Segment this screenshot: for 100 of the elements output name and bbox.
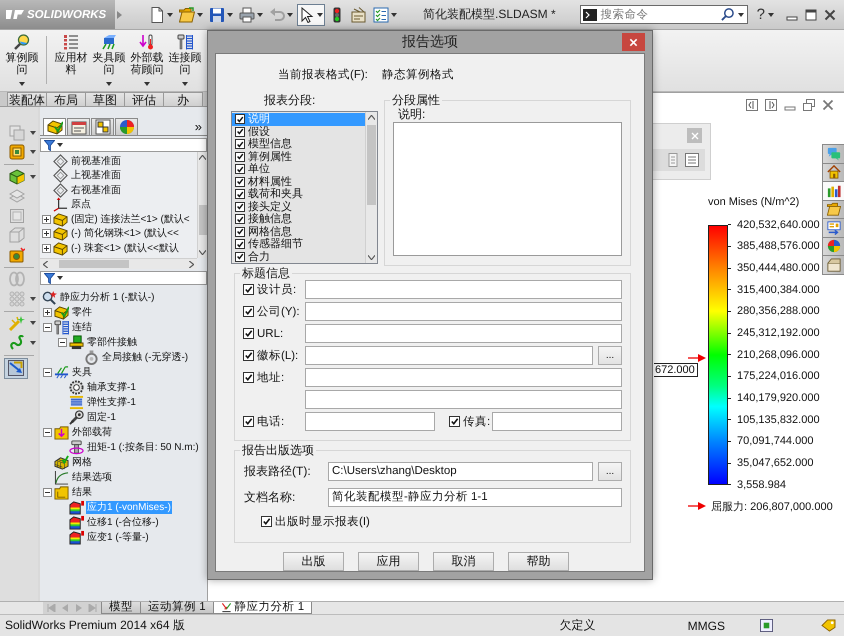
tree-item[interactable]: 右视基准面 bbox=[70, 184, 122, 197]
tree-item[interactable]: 弹性支撑-1 bbox=[86, 396, 137, 409]
checkbox[interactable] bbox=[449, 416, 460, 427]
more-button[interactable]: » bbox=[190, 118, 207, 135]
tree-item[interactable]: 应变1 (-等量-) bbox=[86, 531, 150, 544]
scrollbar[interactable] bbox=[197, 152, 207, 258]
checkbox[interactable] bbox=[243, 372, 254, 383]
scroll-thumb[interactable] bbox=[198, 205, 206, 235]
maximize-icon[interactable] bbox=[805, 8, 817, 20]
tab[interactable]: 草图 bbox=[85, 92, 125, 106]
units-label[interactable]: MMGS bbox=[688, 618, 725, 632]
tab[interactable]: 评估 bbox=[124, 92, 164, 106]
caret-icon[interactable] bbox=[19, 82, 25, 86]
caret-icon[interactable] bbox=[391, 12, 397, 16]
expand-icon[interactable] bbox=[43, 308, 52, 317]
browse-button[interactable]: ... bbox=[598, 462, 622, 481]
tree-item[interactable]: 前视基准面 bbox=[70, 154, 122, 168]
ribbon-button[interactable]: 连接顾问 bbox=[167, 34, 203, 86]
tree-item[interactable]: 零件 bbox=[71, 306, 93, 319]
caret-icon[interactable] bbox=[57, 143, 63, 147]
list-item[interactable]: 合力 bbox=[232, 250, 365, 263]
tree-item[interactable]: 位移1 (-合位移-) bbox=[86, 516, 160, 529]
expand-icon[interactable] bbox=[42, 214, 51, 224]
tree-item[interactable]: 夹具 bbox=[71, 366, 93, 379]
tree-item[interactable]: 连结 bbox=[71, 321, 93, 334]
caret-icon[interactable] bbox=[106, 82, 112, 86]
checkbox[interactable] bbox=[235, 226, 245, 237]
task-pane-tab[interactable] bbox=[822, 236, 844, 256]
tree-item[interactable]: 外部载荷 bbox=[71, 426, 113, 439]
text-field[interactable] bbox=[305, 390, 622, 409]
text-field[interactable] bbox=[305, 302, 622, 321]
checkbox[interactable] bbox=[235, 139, 245, 150]
caret-icon[interactable] bbox=[144, 82, 150, 86]
list-item[interactable]: 载荷和夹具 bbox=[232, 188, 365, 200]
tag-icon[interactable] bbox=[821, 619, 836, 632]
text-field[interactable] bbox=[305, 346, 593, 365]
caret-icon[interactable] bbox=[182, 82, 188, 86]
checkbox[interactable] bbox=[243, 306, 254, 317]
path-field[interactable]: C:\Users\zhang\Desktop bbox=[328, 462, 593, 481]
tree-item[interactable]: 全局接触 (-无穿透-) bbox=[101, 351, 190, 364]
help-button[interactable]: ? bbox=[756, 6, 765, 23]
checkbox[interactable] bbox=[235, 239, 245, 250]
checkbox[interactable] bbox=[235, 114, 245, 124]
tree-item[interactable]: 上视基准面 bbox=[70, 169, 122, 182]
checkbox[interactable] bbox=[235, 152, 245, 162]
tree-item[interactable]: 原点 bbox=[70, 198, 92, 212]
filter-field[interactable] bbox=[40, 138, 207, 152]
tree-item[interactable]: 结果 bbox=[71, 486, 93, 499]
tree-item[interactable]: 固定-1 bbox=[86, 411, 117, 424]
scroll-down-icon[interactable] bbox=[368, 255, 375, 260]
collapse-icon[interactable] bbox=[43, 368, 52, 377]
tab[interactable]: 模型 bbox=[101, 602, 141, 614]
tab[interactable] bbox=[67, 118, 90, 135]
tree-item[interactable]: 网格 bbox=[71, 456, 93, 469]
ribbon-button[interactable]: 外部载荷顾问 bbox=[129, 34, 165, 86]
task-pane-tab[interactable] bbox=[822, 255, 844, 274]
scroll-up-icon[interactable] bbox=[199, 155, 206, 160]
tab[interactable]: 运动算例 1 bbox=[140, 602, 214, 614]
task-pane-tab[interactable] bbox=[822, 200, 844, 219]
caret-icon[interactable] bbox=[30, 340, 36, 345]
checkbox[interactable] bbox=[235, 214, 245, 224]
checkbox[interactable] bbox=[261, 516, 272, 527]
tab[interactable] bbox=[91, 118, 114, 135]
text-field[interactable] bbox=[305, 412, 435, 431]
caret-icon[interactable] bbox=[197, 12, 203, 16]
caret-icon[interactable] bbox=[30, 321, 36, 326]
tab[interactable]: 静应力分析 1 bbox=[212, 602, 312, 614]
list-item[interactable]: 算例属性 bbox=[232, 150, 365, 163]
scroll-left-icon[interactable] bbox=[43, 260, 48, 268]
split-left-icon[interactable] bbox=[746, 99, 758, 111]
scroll-down-icon[interactable] bbox=[199, 250, 206, 255]
collapse-icon[interactable] bbox=[43, 488, 52, 497]
ribbon-button[interactable]: 应用材料 bbox=[53, 34, 89, 76]
list-item[interactable]: 材料属性 bbox=[232, 176, 365, 188]
tree-item[interactable]: 轴承支撑-1 bbox=[86, 381, 137, 394]
caret-icon[interactable] bbox=[30, 150, 36, 154]
expand-icon[interactable] bbox=[42, 229, 51, 238]
page-icon[interactable] bbox=[667, 153, 679, 167]
caret-icon[interactable] bbox=[57, 276, 63, 280]
browse-button[interactable]: ... bbox=[598, 346, 622, 365]
list-item[interactable]: 模型信息 bbox=[232, 138, 365, 150]
caret-icon[interactable] bbox=[257, 12, 263, 16]
scroll-thumb[interactable] bbox=[367, 125, 376, 205]
caret-icon[interactable] bbox=[768, 12, 774, 16]
scrollbar[interactable] bbox=[365, 112, 377, 263]
text-field[interactable] bbox=[305, 280, 622, 299]
list-item[interactable]: 网格信息 bbox=[232, 226, 365, 238]
tab[interactable]: 办 bbox=[163, 92, 203, 106]
list-item[interactable]: 传感器细节 bbox=[232, 238, 365, 250]
close-icon[interactable] bbox=[822, 99, 834, 111]
close-icon[interactable] bbox=[824, 8, 836, 20]
filter-icon[interactable] bbox=[44, 272, 55, 284]
text-field[interactable] bbox=[305, 368, 622, 387]
collapse-icon[interactable] bbox=[43, 323, 52, 332]
caret-icon[interactable] bbox=[738, 12, 744, 16]
collapse-icon[interactable] bbox=[58, 338, 67, 347]
framed-square-icon[interactable] bbox=[760, 619, 773, 632]
collapse-icon[interactable] bbox=[43, 428, 52, 437]
list-icon[interactable] bbox=[685, 153, 699, 167]
checkbox[interactable] bbox=[243, 350, 254, 361]
